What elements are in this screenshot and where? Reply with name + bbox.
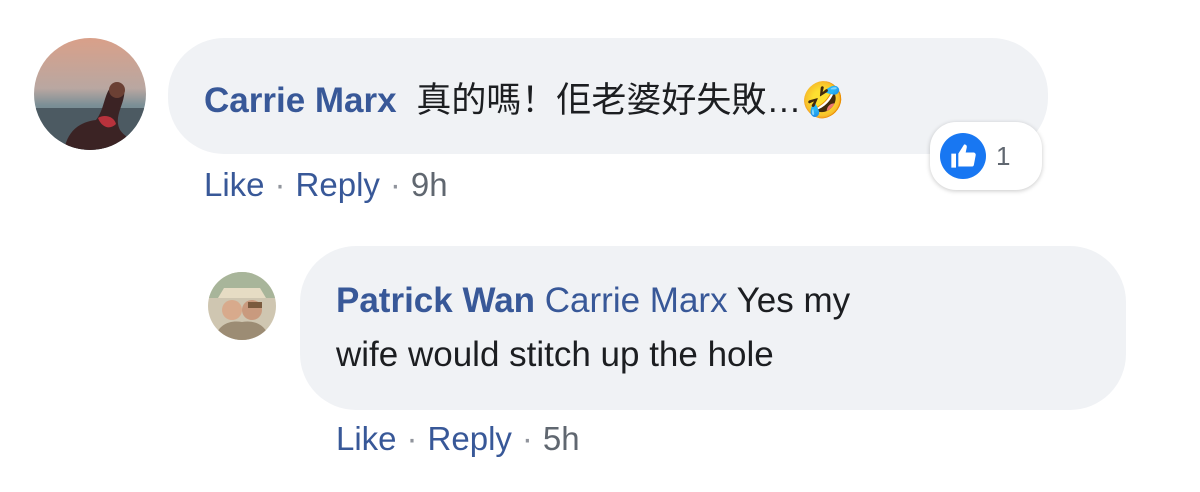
reply-button[interactable]: Reply bbox=[428, 420, 512, 457]
rolling-laughing-emoji-icon: 🤣 bbox=[801, 81, 845, 120]
separator: · bbox=[389, 166, 401, 203]
comment-line: Patrick Wan Carrie Marx Yes my bbox=[336, 274, 1096, 328]
comment-author[interactable]: Patrick Wan bbox=[336, 281, 535, 320]
separator: · bbox=[406, 420, 418, 457]
avatar-carrie-marx[interactable] bbox=[34, 38, 146, 150]
like-button[interactable]: Like bbox=[336, 420, 397, 457]
thumbs-up-icon bbox=[940, 133, 986, 179]
comment-actions: Like · Reply · 5h bbox=[336, 420, 580, 458]
reaction-summary[interactable]: 1 bbox=[930, 122, 1042, 190]
like-button[interactable]: Like bbox=[204, 166, 265, 203]
avatar-image bbox=[208, 272, 276, 340]
reply-button[interactable]: Reply bbox=[296, 166, 380, 203]
comment-author[interactable]: Carrie Marx bbox=[204, 81, 397, 120]
comment-text: 真的嗎！佢老婆好失敗… bbox=[416, 81, 802, 120]
timestamp[interactable]: 9h bbox=[411, 166, 448, 203]
separator: · bbox=[274, 166, 286, 203]
separator: · bbox=[521, 420, 533, 457]
avatar-image bbox=[34, 38, 146, 150]
avatar-patrick-wan[interactable] bbox=[208, 272, 276, 340]
comment-bubble: Patrick Wan Carrie Marx Yes my wife woul… bbox=[300, 246, 1126, 410]
comment-mention[interactable]: Carrie Marx bbox=[545, 281, 728, 320]
reaction-count: 1 bbox=[996, 140, 1011, 171]
comment-line: wife would stitch up the hole bbox=[336, 328, 1096, 382]
comment-bubble: Carrie Marx 真的嗎！佢老婆好失敗…🤣 bbox=[168, 38, 1048, 154]
comment-text: wife would stitch up the hole bbox=[336, 335, 774, 374]
comment-actions: Like · Reply · 9h bbox=[204, 166, 448, 204]
comment-text: Yes my bbox=[736, 281, 851, 320]
timestamp[interactable]: 5h bbox=[543, 420, 580, 457]
